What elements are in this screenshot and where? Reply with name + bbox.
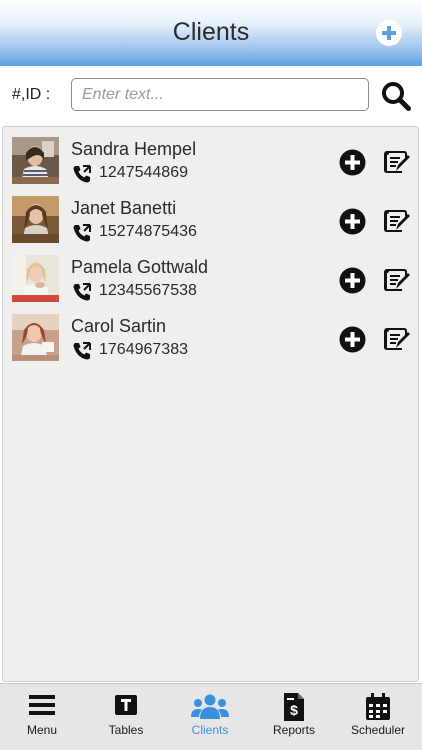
client-phone: 1247544869 bbox=[99, 164, 188, 181]
edit-note-icon[interactable] bbox=[382, 326, 410, 352]
client-row[interactable]: Sandra Hempel 1247544869 bbox=[3, 129, 418, 185]
client-list: Sandra Hempel 1247544869 Janet Banetti 1… bbox=[2, 126, 419, 682]
svg-text:$: $ bbox=[290, 702, 298, 718]
nav-scheduler[interactable]: Scheduler bbox=[336, 684, 420, 751]
edit-note-icon[interactable] bbox=[382, 208, 410, 234]
client-row[interactable]: Janet Banetti 15274875436 bbox=[3, 188, 418, 244]
phone-call-icon bbox=[73, 224, 91, 242]
edit-note-icon[interactable] bbox=[382, 149, 410, 175]
client-name: Pamela Gottwald bbox=[71, 257, 209, 277]
search-bar: #,ID : bbox=[0, 66, 422, 124]
search-icon[interactable] bbox=[380, 80, 412, 112]
add-plus-icon[interactable] bbox=[339, 326, 366, 353]
search-input[interactable] bbox=[71, 78, 369, 111]
nav-label: Reports bbox=[272, 723, 316, 737]
add-client-button[interactable] bbox=[376, 20, 402, 46]
phone-call-icon bbox=[73, 342, 91, 360]
tables-icon bbox=[115, 695, 137, 715]
phone-call-icon bbox=[73, 283, 91, 301]
edit-note-icon[interactable] bbox=[382, 267, 410, 293]
nav-label: Menu bbox=[26, 723, 58, 737]
client-avatar bbox=[12, 196, 59, 243]
nav-menu[interactable]: Menu bbox=[0, 684, 84, 751]
add-plus-icon[interactable] bbox=[339, 149, 366, 176]
client-avatar bbox=[12, 255, 59, 302]
nav-label: Clients bbox=[191, 723, 229, 737]
phone-call-icon bbox=[73, 165, 91, 183]
bottom-nav: Menu Tables Clients $ Reports Scheduler bbox=[0, 683, 422, 750]
search-label: #,ID : bbox=[12, 86, 51, 103]
client-name: Sandra Hempel bbox=[71, 139, 197, 159]
add-plus-icon[interactable] bbox=[339, 267, 366, 294]
client-phone: 1764967383 bbox=[99, 341, 188, 358]
client-name: Carol Sartin bbox=[71, 316, 167, 336]
calendar-icon bbox=[366, 693, 390, 720]
client-row[interactable]: Carol Sartin 1764967383 bbox=[3, 306, 418, 362]
app-header: Clients bbox=[0, 0, 422, 66]
client-phone: 12345567538 bbox=[99, 282, 197, 299]
nav-label: Tables bbox=[108, 723, 144, 737]
client-phone: 15274875436 bbox=[99, 223, 197, 240]
client-avatar bbox=[12, 314, 59, 361]
people-icon bbox=[191, 694, 229, 719]
client-row[interactable]: Pamela Gottwald 12345567538 bbox=[3, 247, 418, 303]
nav-clients[interactable]: Clients bbox=[168, 684, 252, 751]
client-name: Janet Banetti bbox=[71, 198, 177, 218]
client-avatar bbox=[12, 137, 59, 184]
hamburger-icon bbox=[29, 695, 55, 715]
nav-tables[interactable]: Tables bbox=[84, 684, 168, 751]
nav-label: Scheduler bbox=[350, 723, 406, 737]
page-title: Clients bbox=[172, 18, 250, 46]
report-dollar-icon: $ bbox=[284, 693, 304, 721]
nav-reports[interactable]: $ Reports bbox=[252, 684, 336, 751]
add-plus-icon[interactable] bbox=[339, 208, 366, 235]
